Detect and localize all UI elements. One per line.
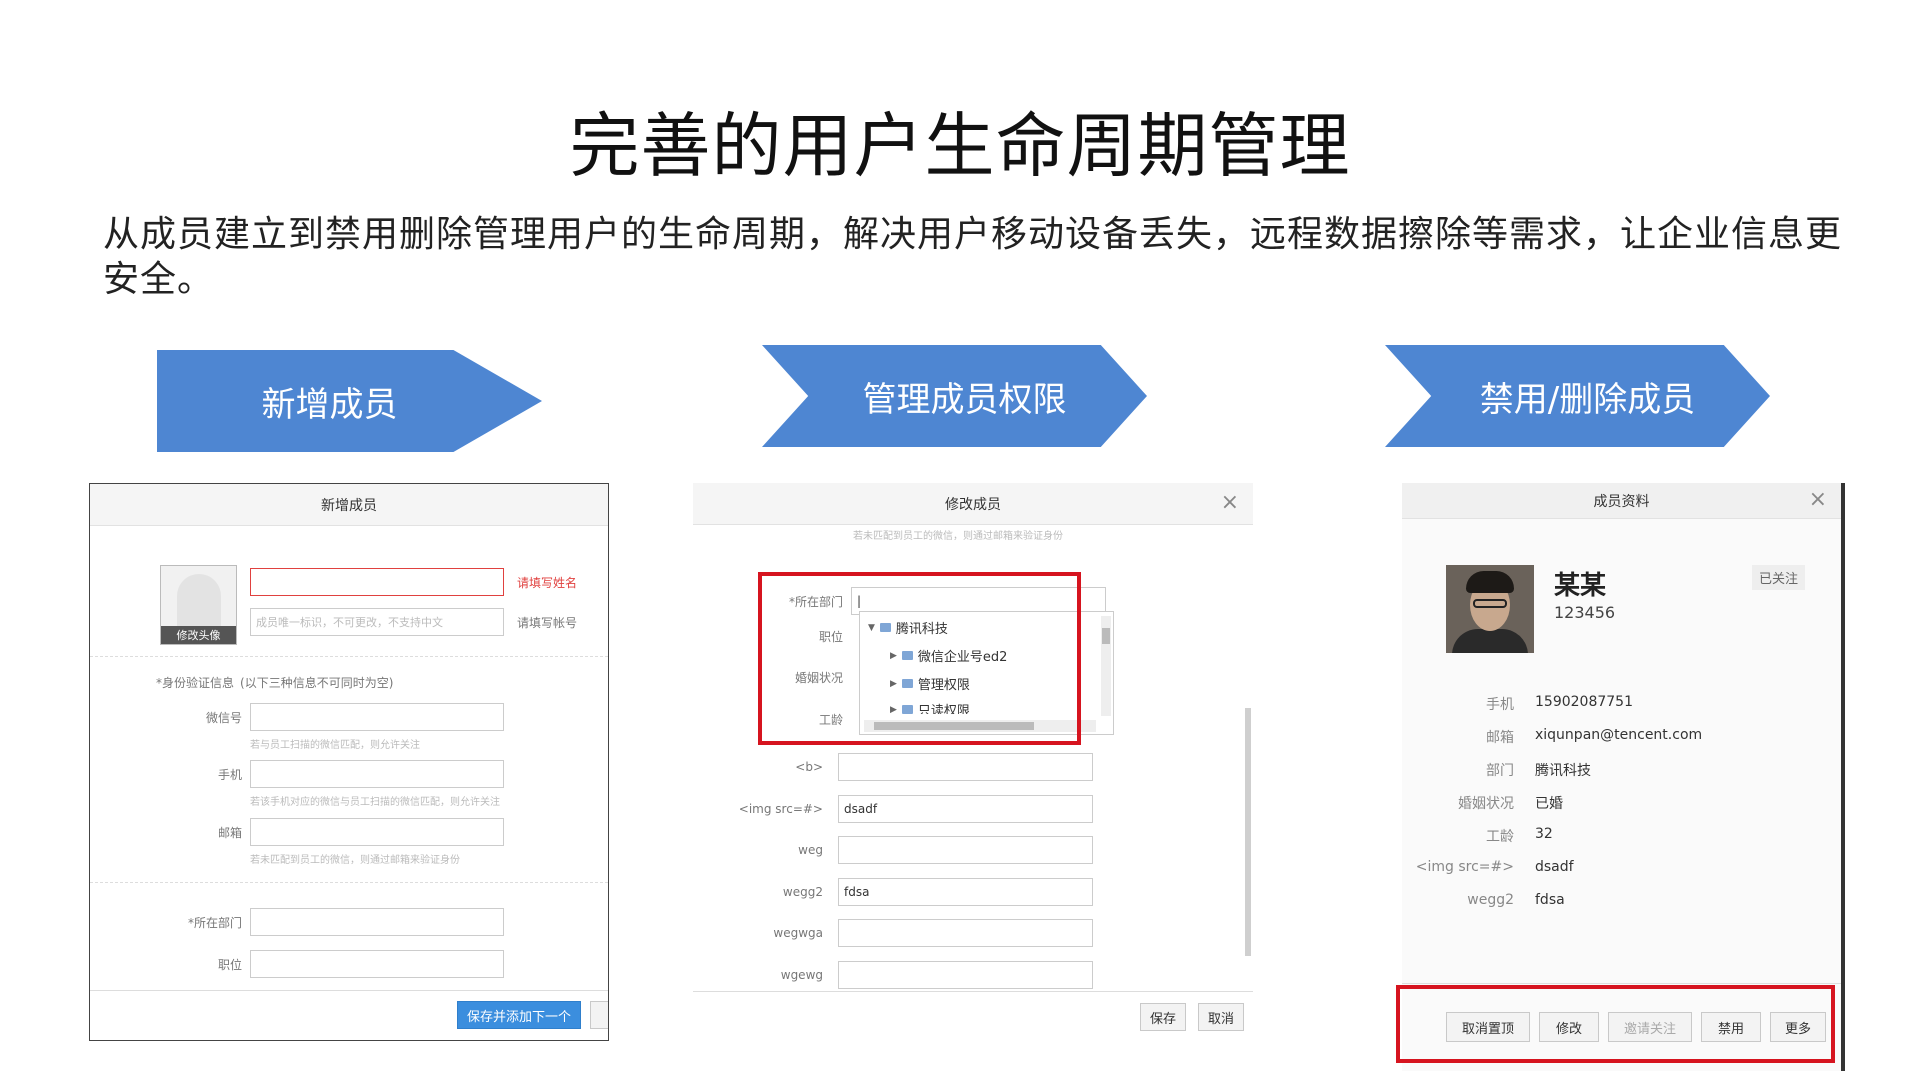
name-error: 请填写姓名 (517, 575, 578, 590)
email-label: 邮箱 (217, 825, 242, 840)
info-row: <img src=#> dsadf (1402, 859, 1574, 875)
dialog-footer: 保存 取消 (693, 991, 1253, 1041)
step-label: 管理成员权限 (862, 379, 1067, 420)
slide-title: 完善的用户生命周期管理 (569, 105, 1351, 187)
position-input[interactable] (250, 950, 504, 978)
field-label: weg (798, 843, 823, 857)
custom-field-input[interactable] (838, 836, 1093, 864)
custom-field-input[interactable] (838, 753, 1093, 781)
info-row: 邮箱 xiqunpan@tencent.com (1402, 727, 1702, 747)
info-value: dsadf (1535, 859, 1574, 875)
account-placeholder: 成员唯一标识，不可更改，不支持中文 (256, 616, 443, 629)
phone-hint: 若该手机对应的微信与员工扫描的微信匹配，则允许关注 (250, 797, 500, 808)
edit-member-dialog: 修改成员 × 若未匹配到员工的微信，则通过邮箱来验证身份 *所在部门 | 职位 … (693, 483, 1253, 1041)
info-value: 腾讯科技 (1535, 763, 1591, 779)
info-key: <img src=#> (1415, 859, 1514, 875)
scrollbar[interactable] (1245, 708, 1251, 956)
email-input[interactable] (250, 818, 504, 846)
step-arrow-disable: 禁用/删除成员 (1385, 345, 1770, 447)
avatar-placeholder-icon (177, 574, 221, 630)
dialog-title: 修改成员 (945, 496, 1001, 513)
step-arrow-add: 新增成员 (157, 350, 542, 452)
info-key: 工龄 (1486, 829, 1514, 845)
position-label: 职位 (217, 957, 242, 972)
highlight-box (758, 572, 1081, 745)
tree-scrollbar-vertical[interactable] (1101, 616, 1111, 716)
top-hint: 若未匹配到员工的微信，则通过邮箱来验证身份 (853, 531, 1063, 542)
member-account: 123456 (1554, 603, 1616, 622)
info-key: 婚姻状况 (1458, 796, 1514, 812)
follow-status-badge: 已关注 (1752, 565, 1806, 590)
custom-field-input[interactable] (838, 919, 1093, 947)
secondary-button[interactable] (590, 1001, 608, 1029)
slide-description: 从成员建立到禁用删除管理用户的生命周期，解决用户移动设备丢失，远程数据擦除等需求… (103, 214, 1843, 300)
dialog-title: 新增成员 (321, 497, 377, 514)
info-row: 工龄 32 (1402, 826, 1553, 846)
field-label: <b> (795, 760, 823, 774)
dialog-title: 成员资料 (1593, 493, 1650, 510)
dialog-header: 新增成员 (90, 484, 608, 526)
close-icon[interactable]: × (1221, 492, 1239, 514)
info-key: 邮箱 (1486, 730, 1514, 746)
info-value: 已婚 (1535, 796, 1563, 812)
field-label: <img src=#> (738, 802, 823, 816)
step-arrow-permissions: 管理成员权限 (762, 345, 1147, 447)
phone-label: 手机 (217, 767, 242, 782)
info-key: 手机 (1486, 697, 1514, 713)
member-avatar (1446, 565, 1534, 653)
custom-field-input[interactable]: fdsa (838, 878, 1093, 906)
field-label: wegwga (773, 926, 823, 940)
member-name: 某某 (1554, 571, 1607, 601)
info-row: 手机 15902087751 (1402, 694, 1633, 714)
info-key: 部门 (1486, 763, 1514, 779)
cancel-button[interactable]: 取消 (1198, 1003, 1244, 1031)
department-label: *所在部门 (187, 915, 242, 930)
close-icon[interactable]: × (1809, 489, 1827, 511)
info-row: 部门 腾讯科技 (1402, 760, 1591, 780)
account-error: 请填写帐号 (517, 615, 578, 630)
info-value: 15902087751 (1535, 694, 1633, 710)
custom-field-input[interactable]: dsadf (838, 795, 1093, 823)
highlight-box (1396, 985, 1835, 1063)
info-row: 婚姻状况 已婚 (1402, 793, 1563, 813)
change-avatar-label[interactable]: 修改头像 (161, 626, 236, 644)
email-hint: 若未匹配到员工的微信，则通过邮箱来验证身份 (250, 855, 460, 866)
wechat-input[interactable] (250, 703, 504, 731)
field-label: wgewg (780, 968, 823, 982)
phone-input[interactable] (250, 760, 504, 788)
verify-note: (以下三种信息不可同时为空) (240, 676, 394, 690)
divider (90, 882, 608, 883)
field-label: wegg2 (782, 885, 823, 899)
dialog-header: 修改成员 × (693, 483, 1253, 525)
verify-label: *身份验证信息 (156, 676, 235, 690)
avatar-upload[interactable]: 修改头像 (160, 565, 237, 645)
department-input[interactable] (250, 908, 504, 936)
account-input[interactable]: 成员唯一标识，不可更改，不支持中文 (250, 608, 504, 636)
custom-field-input[interactable] (838, 961, 1093, 989)
add-member-dialog: 新增成员 修改头像 请填写姓名 成员唯一标识，不可更改，不支持中文 请填写帐号 … (89, 483, 609, 1041)
save-and-add-next-button[interactable]: 保存并添加下一个 (457, 1001, 581, 1029)
info-value: fdsa (1535, 892, 1565, 908)
info-value: xiqunpan@tencent.com (1535, 727, 1703, 743)
info-value: 32 (1535, 826, 1553, 842)
info-key: wegg2 (1467, 892, 1514, 908)
member-profile-dialog: 成员资料 × 某某 123456 已关注 手机 15902087751 邮箱 x… (1402, 483, 1845, 1071)
dialog-footer: 保存并添加下一个 (90, 990, 608, 1040)
save-button[interactable]: 保存 (1140, 1003, 1186, 1031)
info-row: wegg2 fdsa (1402, 892, 1565, 908)
divider (90, 656, 608, 657)
name-input[interactable] (250, 568, 504, 596)
step-label: 禁用/删除成员 (1479, 379, 1696, 420)
dialog-header: 成员资料 × (1402, 483, 1841, 519)
step-label: 新增成员 (261, 384, 398, 425)
wechat-hint: 若与员工扫描的微信匹配，则允许关注 (250, 740, 420, 751)
wechat-label: 微信号 (205, 710, 242, 725)
